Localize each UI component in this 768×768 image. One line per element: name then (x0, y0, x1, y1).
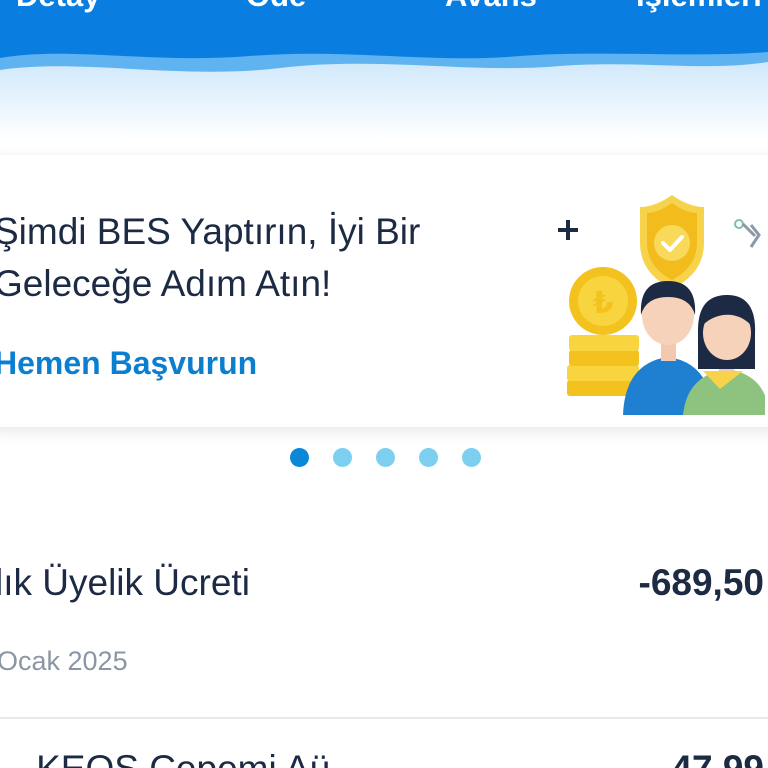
header-wave (0, 0, 768, 140)
transaction-date: Ocak 2025 (0, 646, 128, 676)
banner-title-line-1: Şimdi BES Yaptırın, İyi Bir (0, 211, 421, 252)
svg-text:₺: ₺ (593, 286, 614, 321)
carousel-dot-1[interactable] (290, 448, 309, 467)
transaction-amount: -47,99 (659, 748, 764, 768)
top-header: Detay Öde Avans İşlemleri (0, 0, 768, 140)
woman-avatar (683, 295, 765, 415)
carousel-dot-3[interactable] (376, 448, 395, 467)
carousel-dot-2[interactable] (333, 448, 352, 467)
bes-promo-banner[interactable]: Şimdi BES Yaptırın, İyi Bir Geleceğe Adı… (0, 155, 768, 427)
row-divider (0, 717, 768, 719)
coin-stack-icon: ₺ (567, 267, 639, 396)
transaction-name: lık Üyelik Ücreti (0, 562, 250, 603)
carousel-dot-5[interactable] (462, 448, 481, 467)
apply-now-link[interactable]: Hemen Başvurun (0, 345, 257, 382)
plus-icon (558, 220, 578, 240)
transaction-amount: -689,50 (638, 562, 765, 603)
carousel-pagination (290, 448, 481, 468)
shield-check-icon (640, 195, 704, 289)
tab-detay[interactable]: Detay (16, 0, 100, 14)
top-tab-bar: Detay Öde Avans İşlemleri (0, 0, 768, 18)
tab-islemleri[interactable]: İşlemleri (636, 0, 762, 14)
family-savings-illustration: ₺ (558, 195, 765, 415)
banner-title: Şimdi BES Yaptırın, İyi Bir Geleceğe Adı… (0, 206, 514, 310)
connection-icon (734, 219, 761, 248)
banner-title-line-2: Geleceğe Adım Atın! (0, 263, 332, 304)
tab-ode[interactable]: Öde (246, 0, 306, 14)
transaction-name: ... KEOS Cepemi Aü (0, 748, 330, 768)
tab-avans[interactable]: Avans (445, 0, 537, 14)
carousel-dot-4[interactable] (419, 448, 438, 467)
